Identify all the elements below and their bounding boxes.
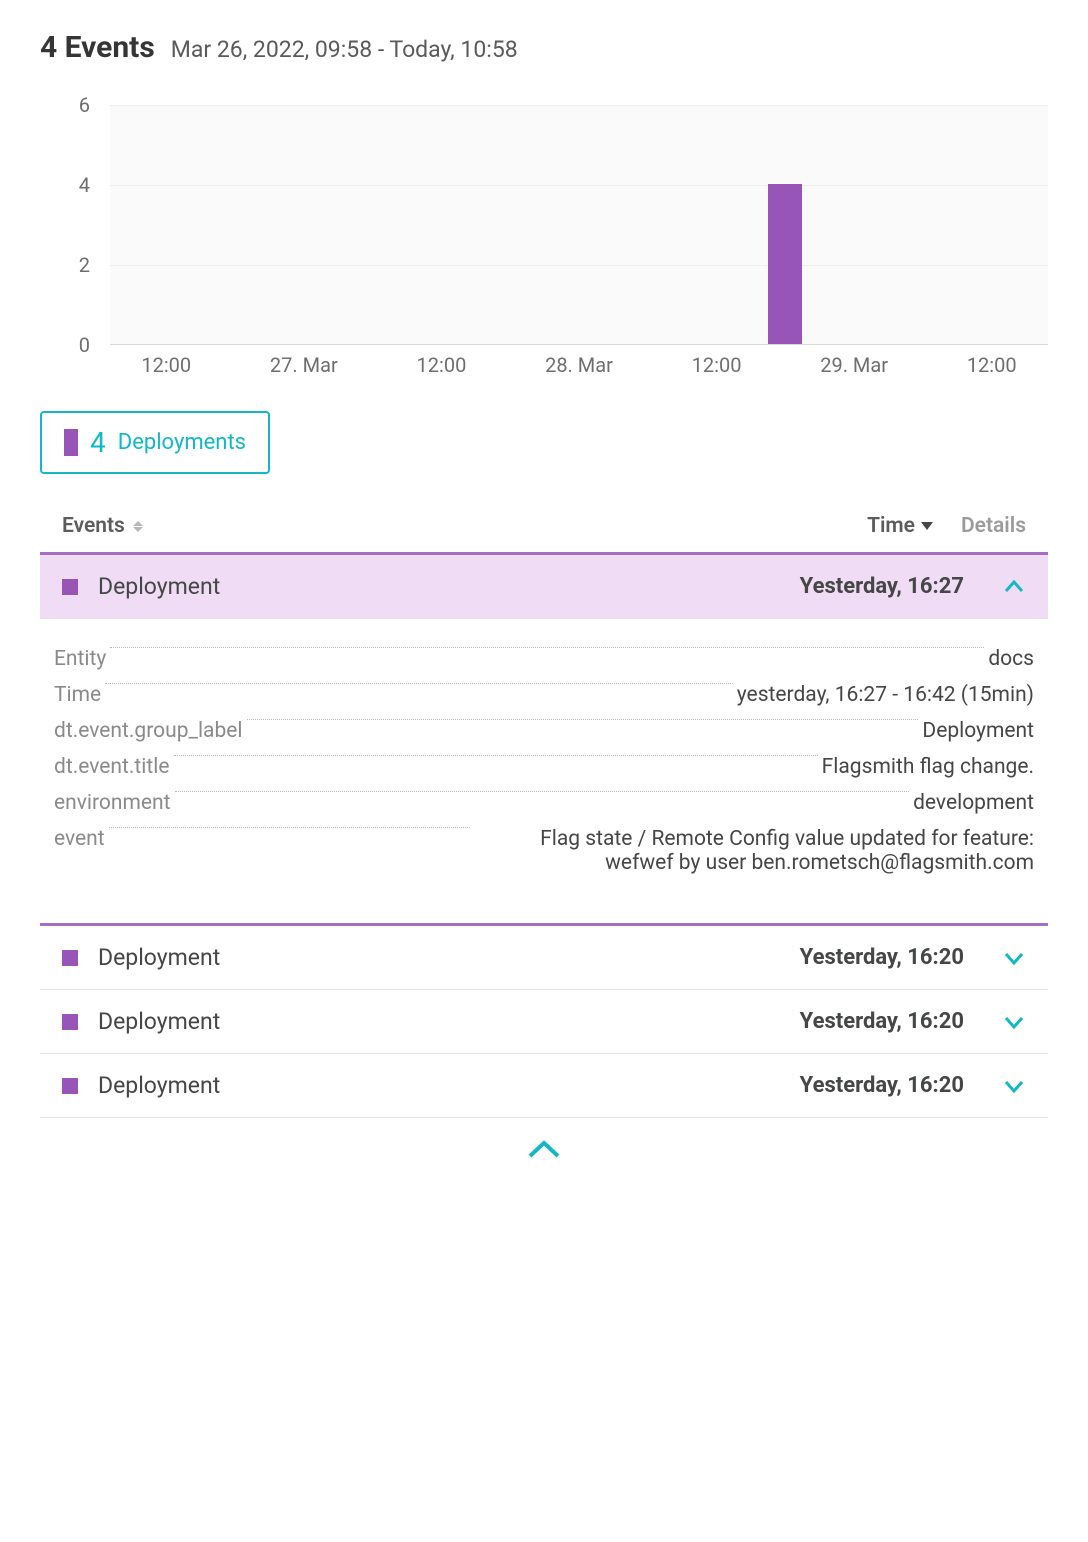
event-row[interactable]: DeploymentYesterday, 16:20 — [40, 990, 1048, 1054]
event-name: Deployment — [98, 1008, 800, 1035]
detail-row: dt.event.group_label Deployment — [54, 719, 1034, 743]
detail-row: Entity docs — [54, 647, 1034, 671]
y-tick-label: 0 — [79, 333, 90, 357]
column-header-details: Details — [961, 514, 1026, 538]
x-tick-label: 12:00 — [692, 353, 742, 377]
detail-dots — [105, 683, 733, 684]
event-name: Deployment — [98, 944, 800, 971]
deployment-square-icon — [62, 950, 78, 966]
chart-bar[interactable] — [768, 184, 802, 344]
chevron-down-icon[interactable] — [1002, 946, 1026, 970]
x-tick-label: 29. Mar — [820, 353, 888, 377]
legend-count: 4 — [90, 426, 106, 459]
detail-key: Time — [54, 683, 101, 707]
chart-plot-area — [110, 105, 1048, 345]
legend-deployments[interactable]: 4 Deployments — [40, 411, 270, 474]
x-tick-label: 12:00 — [967, 353, 1017, 377]
events-table-body: DeploymentYesterday, 16:27EntitydocsTime… — [40, 555, 1048, 1118]
detail-value: Deployment — [922, 719, 1034, 743]
y-tick-label: 6 — [79, 93, 90, 117]
detail-value: Flagsmith flag change. — [822, 755, 1034, 779]
detail-row: Time yesterday, 16:27 - 16:42 (15min) — [54, 683, 1034, 707]
caret-down-icon — [921, 522, 933, 530]
y-tick-label: 2 — [79, 253, 90, 277]
deployment-square-icon — [62, 1078, 78, 1094]
detail-dots — [110, 647, 984, 648]
chart-x-axis: 12:00 27. Mar 12:00 28. Mar 12:00 29. Mar 12:0… — [110, 353, 1048, 383]
x-tick-label: 12:00 — [141, 353, 191, 377]
events-table-header: Events Time Details — [40, 504, 1048, 555]
sort-icon — [133, 521, 143, 532]
gridline — [110, 105, 1048, 106]
date-range: Mar 26, 2022, 09:58 - Today, 10:58 — [171, 36, 518, 63]
detail-key: environment — [54, 791, 171, 815]
detail-value: docs — [988, 647, 1034, 671]
detail-dots — [247, 719, 919, 720]
detail-key: event — [54, 827, 105, 851]
event-name: Deployment — [98, 573, 800, 600]
deployment-square-icon — [62, 579, 78, 595]
detail-dots — [174, 755, 818, 756]
event-time: Yesterday, 16:20 — [800, 945, 964, 970]
event-row[interactable]: DeploymentYesterday, 16:27 — [40, 555, 1048, 619]
gridline — [110, 185, 1048, 186]
event-time: Yesterday, 16:27 — [800, 574, 964, 599]
legend-label: Deployments — [118, 430, 246, 455]
detail-value: Flag state / Remote Config value updated… — [474, 827, 1034, 875]
event-time: Yesterday, 16:20 — [800, 1009, 964, 1034]
detail-key: dt.event.title — [54, 755, 170, 779]
chevron-up-icon — [524, 1138, 564, 1162]
deployment-square-icon — [62, 1014, 78, 1030]
event-row[interactable]: DeploymentYesterday, 16:20 — [40, 1054, 1048, 1118]
events-chart[interactable]: 0246 12:0027. Mar12:0028. Mar12:0029. Ma… — [40, 105, 1048, 395]
event-details-panel: Entity docs Time yesterday, 16:27 - 16:42 (… — [40, 619, 1048, 926]
chevron-down-icon[interactable] — [1002, 1074, 1026, 1098]
event-row[interactable]: DeploymentYesterday, 16:20 — [40, 926, 1048, 990]
y-tick-label: 4 — [79, 173, 90, 197]
chart-y-axis: 0246 — [40, 105, 100, 345]
detail-key: Entity — [54, 647, 106, 671]
column-label: Time — [867, 514, 915, 538]
x-tick-label: 12:00 — [417, 353, 467, 377]
column-header-events[interactable]: Events — [62, 514, 867, 538]
event-time: Yesterday, 16:20 — [800, 1073, 964, 1098]
detail-row: environment development — [54, 791, 1034, 815]
column-header-time[interactable]: Time — [867, 514, 933, 538]
page-title: 4 Events — [40, 30, 155, 65]
page-header: 4 Events Mar 26, 2022, 09:58 - Today, 10… — [40, 30, 1048, 65]
event-name: Deployment — [98, 1072, 800, 1099]
gridline — [110, 265, 1048, 266]
x-tick-label: 27. Mar — [270, 353, 338, 377]
detail-dots — [109, 827, 470, 828]
detail-row: dt.event.title Flagsmith flag change. — [54, 755, 1034, 779]
chevron-down-icon[interactable] — [1002, 1010, 1026, 1034]
chevron-up-icon[interactable] — [1002, 575, 1026, 599]
column-label: Events — [62, 514, 125, 538]
collapse-all-button[interactable] — [40, 1118, 1048, 1162]
detail-dots — [175, 791, 910, 792]
detail-key: dt.event.group_label — [54, 719, 243, 743]
x-tick-label: 28. Mar — [545, 353, 613, 377]
legend-swatch-icon — [64, 429, 78, 456]
detail-row: event Flag state / Remote Config value up… — [54, 827, 1034, 875]
detail-value: yesterday, 16:27 - 16:42 (15min) — [737, 683, 1034, 707]
detail-value: development — [913, 791, 1034, 815]
